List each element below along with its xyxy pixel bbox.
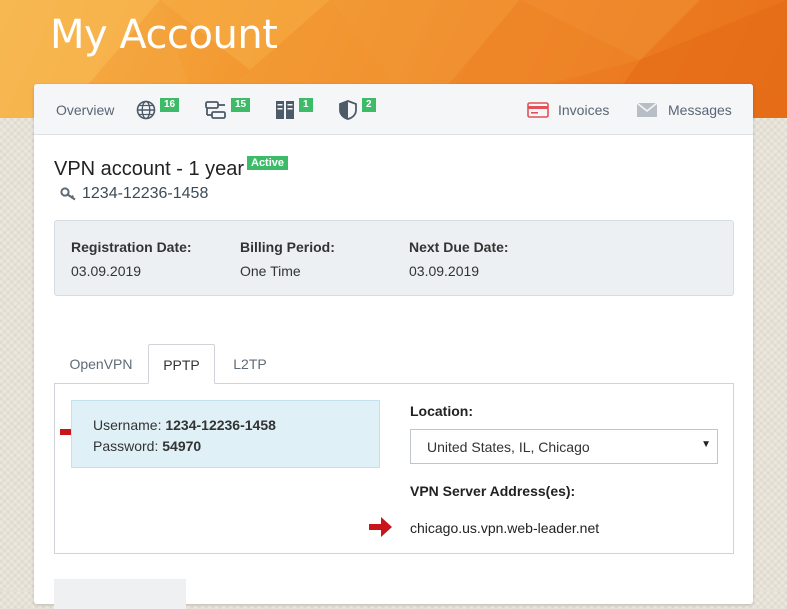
due-value: 03.09.2019	[409, 263, 480, 279]
shield-icon	[339, 99, 357, 120]
registration-value: 03.09.2019	[71, 263, 142, 279]
top-nav: Overview 16 15 1 2 Invoices Messages	[34, 84, 753, 135]
service-panel: Overview 16 15 1 2 Invoices Messages VPN…	[34, 84, 753, 609]
arrow-right-icon	[369, 517, 392, 537]
next-due-date: Next Due Date: 03.09.2019	[409, 239, 509, 279]
envelope-icon	[636, 101, 658, 117]
registration-label: Registration Date:	[71, 239, 192, 255]
tab-pptp[interactable]: PPTP	[148, 344, 215, 384]
globe-count-badge: 16	[160, 97, 180, 112]
username-value: 1234-12236-1458	[165, 417, 276, 433]
caret-down-icon: ▼	[701, 439, 711, 450]
credentials-box: Username: 1234-12236-1458 Password: 5497…	[71, 400, 380, 468]
location-selected: United States, IL, Chicago	[427, 439, 590, 455]
account-id: 1234-12236-1458	[60, 185, 208, 203]
password-value: 54970	[162, 438, 202, 454]
billing-label: Billing Period:	[240, 239, 335, 255]
page-title: My Account	[50, 12, 278, 58]
nav-messages[interactable]: Messages	[636, 84, 732, 135]
username-row: Username: 1234-12236-1458	[93, 415, 379, 436]
nav-domains[interactable]: 16	[136, 84, 180, 135]
nav-invoices-label: Invoices	[558, 101, 610, 118]
due-label: Next Due Date:	[409, 239, 509, 255]
nav-security[interactable]: 2	[338, 84, 376, 135]
server-count-badge: 1	[299, 97, 313, 112]
billing-period: Billing Period: One Time	[240, 239, 335, 279]
bottom-button-stub[interactable]	[54, 579, 186, 609]
invoice-icon	[527, 101, 549, 118]
account-id-text: 1234-12236-1458	[82, 185, 209, 202]
location-select[interactable]: United States, IL, Chicago ▼	[410, 429, 718, 464]
network-icon	[205, 100, 226, 119]
nav-messages-label: Messages	[668, 101, 732, 118]
key-icon	[60, 187, 76, 201]
password-row: Password: 54970	[93, 436, 379, 457]
username-label: Username:	[93, 417, 162, 433]
tab-l2tp[interactable]: L2TP	[215, 344, 285, 384]
server-icon	[276, 100, 294, 119]
nav-network[interactable]: 15	[205, 84, 251, 135]
nav-invoices[interactable]: Invoices	[527, 84, 609, 135]
billing-value: One Time	[240, 263, 301, 279]
server-address-label: VPN Server Address(es):	[410, 483, 576, 499]
pptp-panel: Username: 1234-12236-1458 Password: 5497…	[54, 383, 734, 554]
globe-icon	[136, 100, 156, 119]
registration-date: Registration Date: 03.09.2019	[71, 239, 192, 279]
service-title: VPN account - 1 year	[54, 158, 245, 180]
nav-overview[interactable]: Overview	[56, 84, 114, 135]
status-badge: Active	[247, 156, 289, 170]
shield-count-badge: 2	[362, 97, 376, 112]
server-address: chicago.us.vpn.web-leader.net	[410, 520, 600, 536]
nav-servers[interactable]: 1	[275, 84, 313, 135]
network-count-badge: 15	[231, 97, 251, 112]
service-details: Registration Date: 03.09.2019 Billing Pe…	[54, 220, 734, 296]
password-label: Password:	[93, 438, 159, 454]
nav-overview-label: Overview	[56, 101, 115, 118]
location-label: Location:	[410, 403, 473, 419]
tab-openvpn[interactable]: OpenVPN	[54, 344, 148, 384]
